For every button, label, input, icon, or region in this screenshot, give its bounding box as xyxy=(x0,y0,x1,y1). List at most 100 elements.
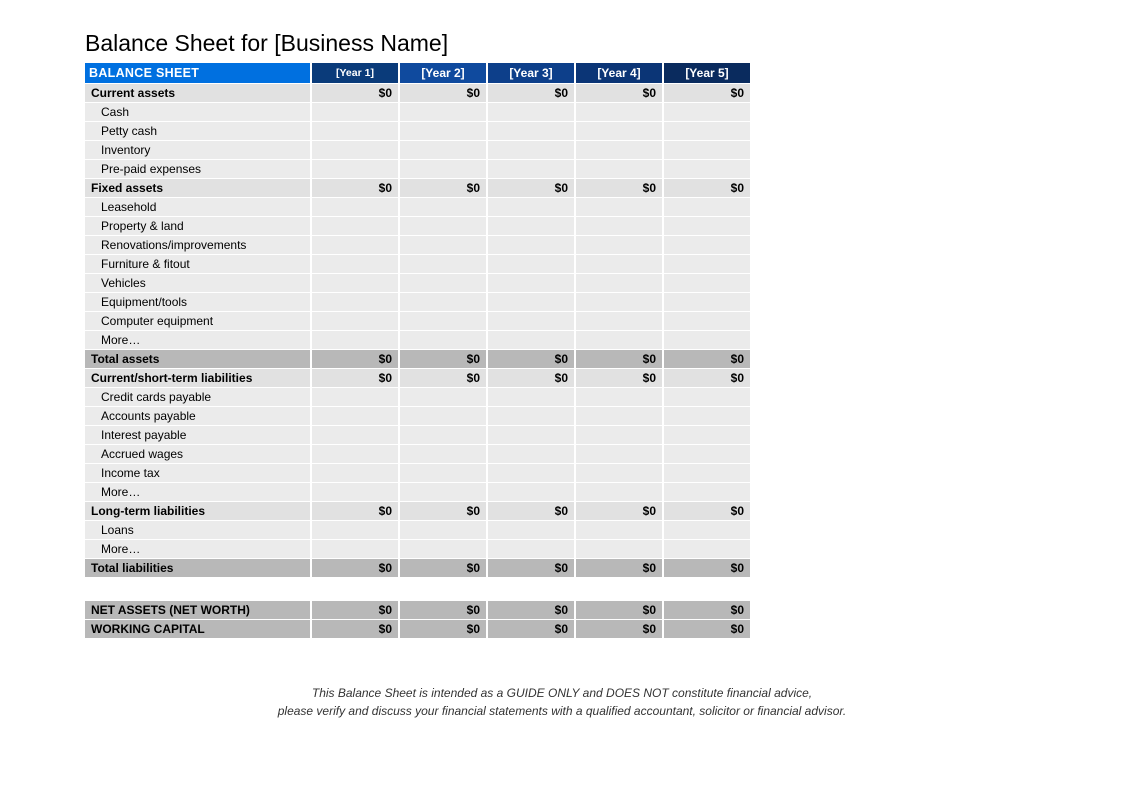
table-row: Income tax xyxy=(85,464,751,483)
row-value xyxy=(575,122,663,141)
row-value xyxy=(311,426,399,445)
row-label: Current assets xyxy=(85,84,311,103)
row-value xyxy=(663,445,751,464)
row-value xyxy=(311,521,399,540)
row-value xyxy=(663,521,751,540)
row-value: $0 xyxy=(399,601,487,620)
row-value: $0 xyxy=(663,559,751,578)
row-label: Cash xyxy=(85,103,311,122)
row-value xyxy=(311,312,399,331)
row-label: Furniture & fitout xyxy=(85,255,311,274)
row-value: $0 xyxy=(487,84,575,103)
row-value xyxy=(487,464,575,483)
table-row: Inventory xyxy=(85,141,751,160)
row-value xyxy=(575,578,663,601)
row-value: $0 xyxy=(399,369,487,388)
table-row: Petty cash xyxy=(85,122,751,141)
row-value xyxy=(399,293,487,312)
row-label: More… xyxy=(85,483,311,502)
row-value xyxy=(663,578,751,601)
row-label: Renovations/improvements xyxy=(85,236,311,255)
row-value: $0 xyxy=(487,350,575,369)
row-value xyxy=(663,103,751,122)
table-row: Vehicles xyxy=(85,274,751,293)
row-value xyxy=(487,103,575,122)
row-value xyxy=(487,274,575,293)
row-value xyxy=(663,122,751,141)
row-value: $0 xyxy=(399,559,487,578)
row-value xyxy=(575,464,663,483)
row-value xyxy=(399,521,487,540)
row-value xyxy=(663,464,751,483)
table-row: Long-term liabilities$0$0$0$0$0 xyxy=(85,502,751,521)
row-value xyxy=(399,217,487,236)
row-value: $0 xyxy=(575,502,663,521)
row-value: $0 xyxy=(487,502,575,521)
row-value: $0 xyxy=(487,369,575,388)
row-value xyxy=(487,445,575,464)
row-value: $0 xyxy=(575,369,663,388)
row-value xyxy=(311,274,399,293)
table-header-row: BALANCE SHEET [Year 1] [Year 2] [Year 3]… xyxy=(85,63,751,84)
table-row: Total assets$0$0$0$0$0 xyxy=(85,350,751,369)
row-value xyxy=(311,217,399,236)
row-label: Total liabilities xyxy=(85,559,311,578)
row-value xyxy=(663,160,751,179)
row-value xyxy=(311,160,399,179)
page-title: Balance Sheet for [Business Name] xyxy=(85,30,1039,57)
row-value: $0 xyxy=(487,559,575,578)
row-value xyxy=(311,464,399,483)
balance-sheet-table: BALANCE SHEET [Year 1] [Year 2] [Year 3]… xyxy=(85,63,752,639)
row-value xyxy=(399,198,487,217)
row-value xyxy=(663,388,751,407)
table-row: NET ASSETS (NET WORTH)$0$0$0$0$0 xyxy=(85,601,751,620)
header-year-4: [Year 4] xyxy=(575,63,663,84)
row-value xyxy=(663,255,751,274)
row-value: $0 xyxy=(399,179,487,198)
row-value xyxy=(399,141,487,160)
row-value xyxy=(575,540,663,559)
row-value xyxy=(399,578,487,601)
row-value xyxy=(575,483,663,502)
row-value xyxy=(663,426,751,445)
row-label: Income tax xyxy=(85,464,311,483)
row-value xyxy=(399,483,487,502)
row-label: Inventory xyxy=(85,141,311,160)
row-value: $0 xyxy=(487,620,575,639)
row-value xyxy=(487,407,575,426)
row-value: $0 xyxy=(399,84,487,103)
row-value xyxy=(575,236,663,255)
row-value xyxy=(399,255,487,274)
table-row: More… xyxy=(85,540,751,559)
row-value xyxy=(311,483,399,502)
row-label: Pre-paid expenses xyxy=(85,160,311,179)
row-value xyxy=(487,255,575,274)
row-value xyxy=(663,540,751,559)
row-value: $0 xyxy=(663,620,751,639)
row-value: $0 xyxy=(311,369,399,388)
row-value xyxy=(399,540,487,559)
row-value xyxy=(663,141,751,160)
row-value xyxy=(487,521,575,540)
row-value xyxy=(575,255,663,274)
row-label: More… xyxy=(85,540,311,559)
row-value: $0 xyxy=(311,502,399,521)
row-value: $0 xyxy=(311,179,399,198)
header-year-2: [Year 2] xyxy=(399,63,487,84)
table-row: Current assets$0$0$0$0$0 xyxy=(85,84,751,103)
row-value xyxy=(663,483,751,502)
row-label: WORKING CAPITAL xyxy=(85,620,311,639)
row-value xyxy=(487,426,575,445)
row-value xyxy=(487,388,575,407)
row-value xyxy=(663,198,751,217)
row-value xyxy=(399,331,487,350)
row-value: $0 xyxy=(487,601,575,620)
row-value: $0 xyxy=(399,350,487,369)
table-row: Interest payable xyxy=(85,426,751,445)
row-value xyxy=(311,198,399,217)
row-value xyxy=(575,426,663,445)
row-value: $0 xyxy=(575,179,663,198)
row-label: Current/short-term liabilities xyxy=(85,369,311,388)
row-label: Credit cards payable xyxy=(85,388,311,407)
table-row: Accounts payable xyxy=(85,407,751,426)
